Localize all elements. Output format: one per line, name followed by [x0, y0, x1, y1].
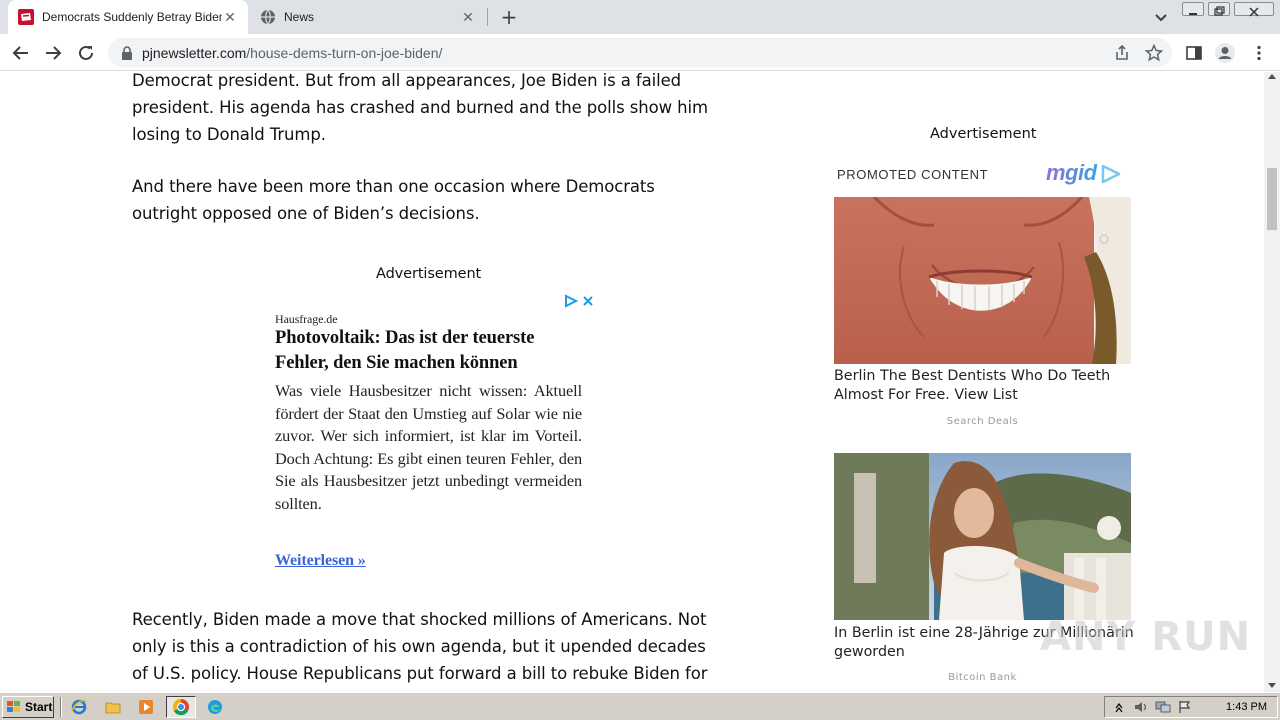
bookmark-star-icon[interactable] — [1144, 43, 1164, 62]
taskbar: Start 1:43 PM — [0, 692, 1280, 720]
pj-media-icon — [18, 9, 34, 25]
article-paragraph: And there have been more than one occasi… — [132, 177, 655, 223]
globe-icon — [260, 9, 276, 25]
ad-body: Was viele Hausbesitzer nicht wissen: Akt… — [275, 381, 582, 513]
advertisement-label: Advertisement — [376, 266, 482, 282]
tab-title: News — [284, 10, 315, 24]
mgid-logo[interactable]: mgid — [1046, 160, 1097, 186]
tab-strip: Democrats Suddenly Betray Biden ov ✕ New… — [0, 0, 1280, 34]
forward-arrow-icon — [46, 46, 62, 60]
new-tab-button[interactable]: + — [498, 6, 520, 28]
start-label: Start — [25, 700, 53, 714]
sidebar-advertisement-label: Advertisement — [930, 126, 1037, 142]
profile-avatar-icon[interactable] — [1214, 42, 1236, 64]
scroll-down-icon[interactable] — [1268, 683, 1276, 688]
browser-toolbar: pjnewsletter.com/house-dems-turn-on-joe-… — [0, 34, 1280, 71]
page-scrollbar[interactable] — [1264, 72, 1280, 692]
inline-ad[interactable]: Hausfrage.de Photovoltaik: Das ist der t… — [260, 292, 596, 572]
side-panel-icon[interactable] — [1183, 42, 1205, 64]
taskbar-clock[interactable]: 1:43 PM — [1226, 701, 1267, 713]
sponsored-title[interactable]: Berlin The Best Dentists Who Do Teeth Al… — [834, 367, 1134, 405]
kebab-menu-icon[interactable] — [1248, 42, 1270, 64]
close-window-button[interactable] — [1234, 2, 1274, 17]
network-icon[interactable] — [1155, 699, 1171, 715]
address-bar[interactable]: pjnewsletter.com/house-dems-turn-on-joe-… — [108, 38, 1172, 67]
windows-flag-icon — [7, 701, 20, 712]
chevron-down-icon[interactable] — [1152, 8, 1170, 26]
web-page: Democrat president. But from all appeara… — [0, 72, 1264, 692]
tab-news[interactable]: News ✕ — [250, 0, 486, 34]
edge-icon[interactable] — [206, 698, 224, 716]
chrome-taskbar-button[interactable] — [166, 696, 196, 718]
close-tab-icon[interactable]: ✕ — [222, 9, 238, 25]
adchoices-play-icon — [565, 294, 578, 308]
internet-explorer-icon[interactable] — [70, 698, 88, 716]
system-tray: 1:43 PM — [1104, 696, 1278, 718]
action-center-flag-icon[interactable] — [1177, 699, 1193, 715]
article-paragraph: Recently, Biden made a move that shocked… — [132, 610, 708, 683]
tab-active[interactable]: Democrats Suddenly Betray Biden ov ✕ — [8, 0, 248, 34]
back-arrow-icon — [12, 46, 28, 60]
volume-icon[interactable] — [1133, 699, 1149, 715]
tray-expand-icon[interactable] — [1111, 699, 1127, 715]
restore-button[interactable] — [1208, 2, 1230, 16]
anyrun-watermark: ANY RUN — [1040, 614, 1252, 660]
window-controls — [1182, 2, 1274, 17]
reload-button[interactable] — [74, 41, 98, 65]
promoted-content-label: PROMOTED CONTENT — [837, 167, 989, 182]
lock-icon[interactable] — [120, 45, 134, 60]
tab-separator — [487, 8, 488, 26]
url-text[interactable]: pjnewsletter.com/house-dems-turn-on-joe-… — [142, 45, 442, 61]
share-icon[interactable] — [1113, 44, 1131, 62]
scroll-up-icon[interactable] — [1268, 74, 1276, 79]
mgid-logo-text: mgid — [1046, 160, 1097, 185]
media-player-icon[interactable] — [137, 698, 155, 716]
start-button[interactable]: Start — [2, 696, 54, 718]
minimize-button[interactable] — [1182, 2, 1204, 16]
reload-icon — [79, 45, 93, 60]
forward-button[interactable] — [41, 41, 65, 65]
scrollbar-thumb[interactable] — [1267, 168, 1277, 230]
chrome-icon — [172, 698, 189, 716]
tab-title: Democrats Suddenly Betray Biden ov — [42, 10, 222, 24]
sponsored-source: Search Deals — [946, 416, 1019, 427]
close-tab-icon[interactable]: ✕ — [460, 9, 476, 25]
url-domain: pjnewsletter.com — [142, 44, 247, 61]
article-paragraph: Democrat president. But from all appeara… — [132, 72, 708, 144]
sponsored-image[interactable] — [834, 453, 1131, 620]
ad-choices[interactable] — [564, 294, 594, 308]
file-explorer-icon[interactable] — [104, 698, 122, 716]
back-button[interactable] — [9, 41, 33, 65]
close-ad-icon — [583, 296, 593, 306]
url-path: /house-dems-turn-on-joe-biden/ — [246, 44, 443, 61]
taskbar-separator — [60, 697, 62, 717]
sponsored-source: Bitcoin Bank — [948, 672, 1017, 683]
sponsored-image[interactable] — [834, 197, 1131, 364]
mgid-play-icon[interactable] — [1100, 164, 1122, 188]
ad-read-more-link[interactable]: Weiterlesen » — [275, 547, 366, 574]
ad-headline[interactable]: Photovoltaik: Das ist der teuerste Fehle… — [275, 326, 585, 376]
